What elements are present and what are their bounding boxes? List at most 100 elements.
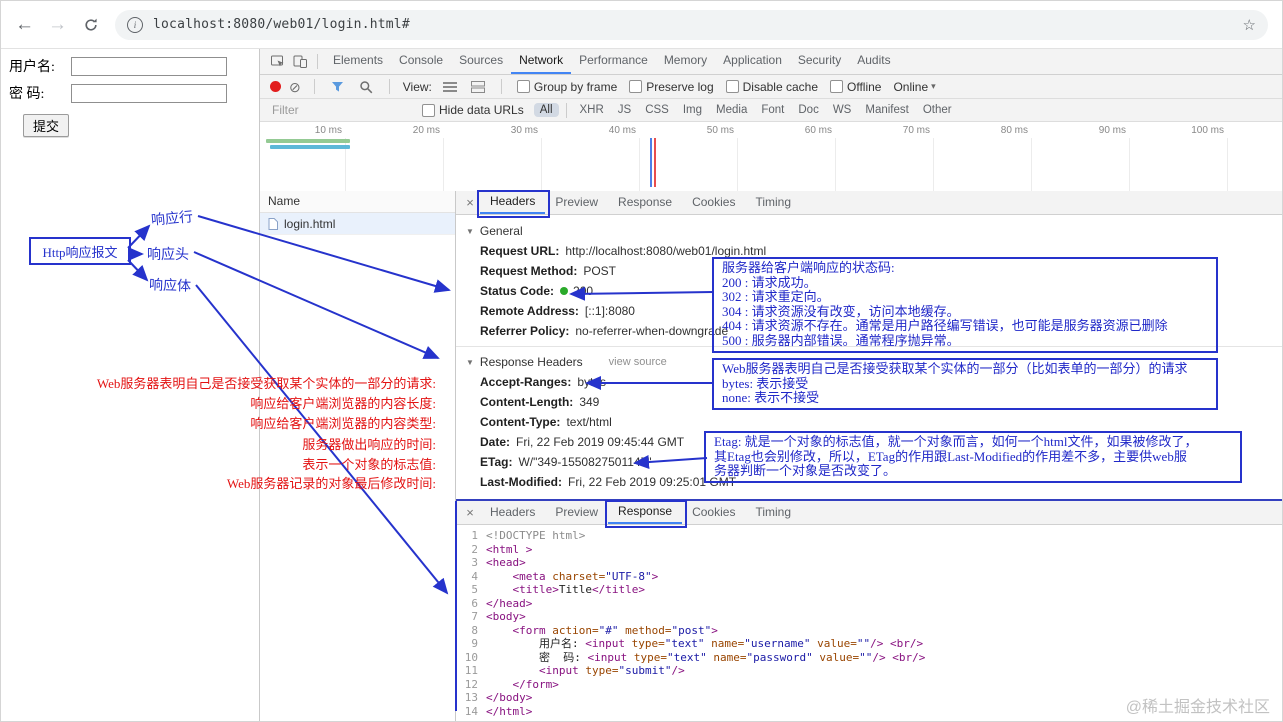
username-input[interactable]	[71, 56, 227, 76]
details-tab-timing[interactable]: Timing	[745, 192, 801, 213]
toolbar-option-disable-cache[interactable]: Disable cache	[725, 80, 818, 94]
devtools-tab-performance[interactable]: Performance	[571, 49, 656, 74]
timeline-gridline	[737, 138, 738, 191]
inspect-element-icon[interactable]	[268, 53, 288, 71]
header-row: Accept-Ranges: bytes	[480, 375, 607, 389]
disclosure-triangle-icon: ▼	[466, 357, 474, 367]
devtools-tab-memory[interactable]: Memory	[656, 49, 715, 74]
dom-content-loaded-line	[650, 138, 652, 187]
submit-button[interactable]: 提交	[23, 114, 70, 137]
view-label: View:	[402, 79, 432, 94]
view-list-icon[interactable]	[440, 78, 460, 96]
viewer-close-icon[interactable]: ×	[462, 505, 478, 520]
filter-type-js[interactable]: JS	[612, 103, 637, 117]
view-source-link[interactable]: view source	[609, 356, 667, 368]
code-line: 9 用户名: <input type="text" name="username…	[471, 637, 924, 650]
devtools-tab-audits[interactable]: Audits	[849, 49, 898, 74]
header-row: ETag: W/"349-1550827501147"	[480, 455, 652, 469]
timeline-tick-label: 50 ms	[706, 125, 734, 136]
address-bar[interactable]: i localhost:8080/web01/login.html# ☆	[115, 9, 1268, 40]
toolbar-option-preserve-log[interactable]: Preserve log	[629, 80, 714, 94]
timeline-gridline	[1031, 138, 1032, 191]
column-header-name[interactable]: Name	[260, 191, 455, 213]
network-filter-input[interactable]	[270, 102, 412, 118]
filter-type-all[interactable]: All	[533, 103, 559, 117]
request-row[interactable]: login.html	[260, 213, 455, 235]
forward-icon[interactable]: →	[48, 15, 67, 34]
hide-data-urls-label: Hide data URLs	[439, 103, 524, 117]
request-table: Name login.html	[260, 191, 456, 721]
viewer-tab-timing[interactable]: Timing	[745, 502, 801, 523]
timeline-tick-label: 60 ms	[804, 125, 832, 136]
devtools-tab-network[interactable]: Network	[511, 49, 572, 74]
filter-type-ws[interactable]: WS	[827, 103, 858, 117]
page-info-icon[interactable]: i	[127, 16, 143, 33]
devtools-tab-security[interactable]: Security	[790, 49, 849, 74]
request-details: × Headers Preview Response Cookies Timing ▼ G…	[456, 191, 1282, 499]
filter-type-other[interactable]: Other	[917, 103, 958, 117]
filter-type-doc[interactable]: Doc	[792, 103, 824, 117]
password-label: 密 码:	[9, 87, 45, 102]
viewer-tab-preview[interactable]: Preview	[545, 502, 608, 523]
url-text[interactable]: localhost:8080/web01/login.html#	[153, 17, 1233, 32]
checkbox-icon	[725, 80, 739, 93]
header-row: Remote Address: [::1]:8080	[480, 304, 635, 318]
viewer-tab-headers[interactable]: Headers	[480, 502, 545, 523]
search-icon[interactable]	[356, 78, 376, 96]
filter-type-media[interactable]: Media	[710, 103, 753, 117]
network-filterbar: Hide data URLs All XHRJSCSSImgMediaFontDo…	[260, 99, 1282, 122]
details-tab-response[interactable]: Response	[608, 192, 682, 213]
filter-funnel-icon[interactable]	[328, 78, 348, 96]
devtools-tabs: Elements Console Sources Network Performance…	[325, 49, 899, 74]
devtools-tab-elements[interactable]: Elements	[325, 49, 391, 74]
checkbox-icon	[422, 103, 435, 117]
password-input[interactable]	[71, 83, 227, 103]
divider	[500, 79, 502, 94]
request-name: login.html	[284, 216, 336, 231]
filter-type-manifest[interactable]: Manifest	[859, 103, 914, 117]
viewer-tab-response[interactable]: Response	[608, 501, 683, 524]
filter-type-xhr[interactable]: XHR	[574, 103, 610, 117]
details-tab-preview[interactable]: Preview	[545, 192, 608, 213]
reload-icon[interactable]	[81, 16, 101, 34]
viewer-tab-cookies[interactable]: Cookies	[682, 502, 745, 523]
devtools-tab-application[interactable]: Application	[715, 49, 790, 74]
filter-type-css[interactable]: CSS	[639, 103, 675, 117]
filter-type-font[interactable]: Font	[755, 103, 790, 117]
details-tab-headers[interactable]: Headers	[480, 191, 546, 214]
details-close-icon[interactable]: ×	[462, 195, 478, 210]
divider	[388, 79, 390, 94]
back-icon[interactable]: ←	[15, 15, 34, 34]
code-line: 1 <!DOCTYPE html>	[471, 529, 586, 542]
header-row: Content-Length: 349	[480, 395, 600, 409]
devtools-tab-sources[interactable]: Sources	[451, 49, 511, 74]
file-icon	[268, 217, 278, 230]
timeline-gridline	[933, 138, 934, 191]
timeline-gridline	[541, 138, 542, 191]
timeline-tick-label: 90 ms	[1098, 125, 1126, 136]
response-headers-section-header[interactable]: ▼ Response Headers view source	[466, 352, 1282, 372]
toolbar-option-offline[interactable]: Offline	[830, 80, 881, 94]
network-overview[interactable]: 10 ms 20 ms 30 ms 40 ms 50 ms 60 ms 70 ms 80 ms…	[260, 122, 1282, 192]
screenshot-root: ← → i localhost:8080/web01/login.html# ☆…	[0, 0, 1283, 722]
details-tab-cookies[interactable]: Cookies	[682, 192, 745, 213]
section-divider	[456, 346, 1282, 347]
general-section-header[interactable]: ▼ General	[466, 221, 1282, 241]
clear-icon[interactable]: ⊘	[289, 80, 301, 94]
header-row: Content-Type: text/html	[480, 415, 612, 429]
checkbox-icon	[629, 80, 643, 93]
bookmark-star-icon[interactable]: ☆	[1243, 16, 1256, 34]
devtools-tab-console[interactable]: Console	[391, 49, 451, 74]
network-toolbar: ⊘ View: Group by frame Preserve log Disabl…	[260, 75, 1282, 99]
record-icon[interactable]	[270, 81, 281, 92]
hide-data-urls-checkbox[interactable]: Hide data URLs	[422, 103, 524, 117]
response-header-rows: Accept-Ranges: bytes Content-Length: 349 Con…	[466, 372, 1282, 492]
toolbar-option-group-by-frame[interactable]: Group by frame	[516, 80, 617, 94]
checkbox-icon	[516, 80, 530, 93]
filter-type-img[interactable]: Img	[677, 103, 708, 117]
general-section-title: General	[479, 224, 523, 238]
device-toolbar-icon[interactable]	[290, 53, 310, 71]
divider	[317, 54, 318, 69]
view-large-rows-icon[interactable]	[468, 78, 488, 96]
throttling-select[interactable]: Online ▾	[893, 80, 935, 94]
